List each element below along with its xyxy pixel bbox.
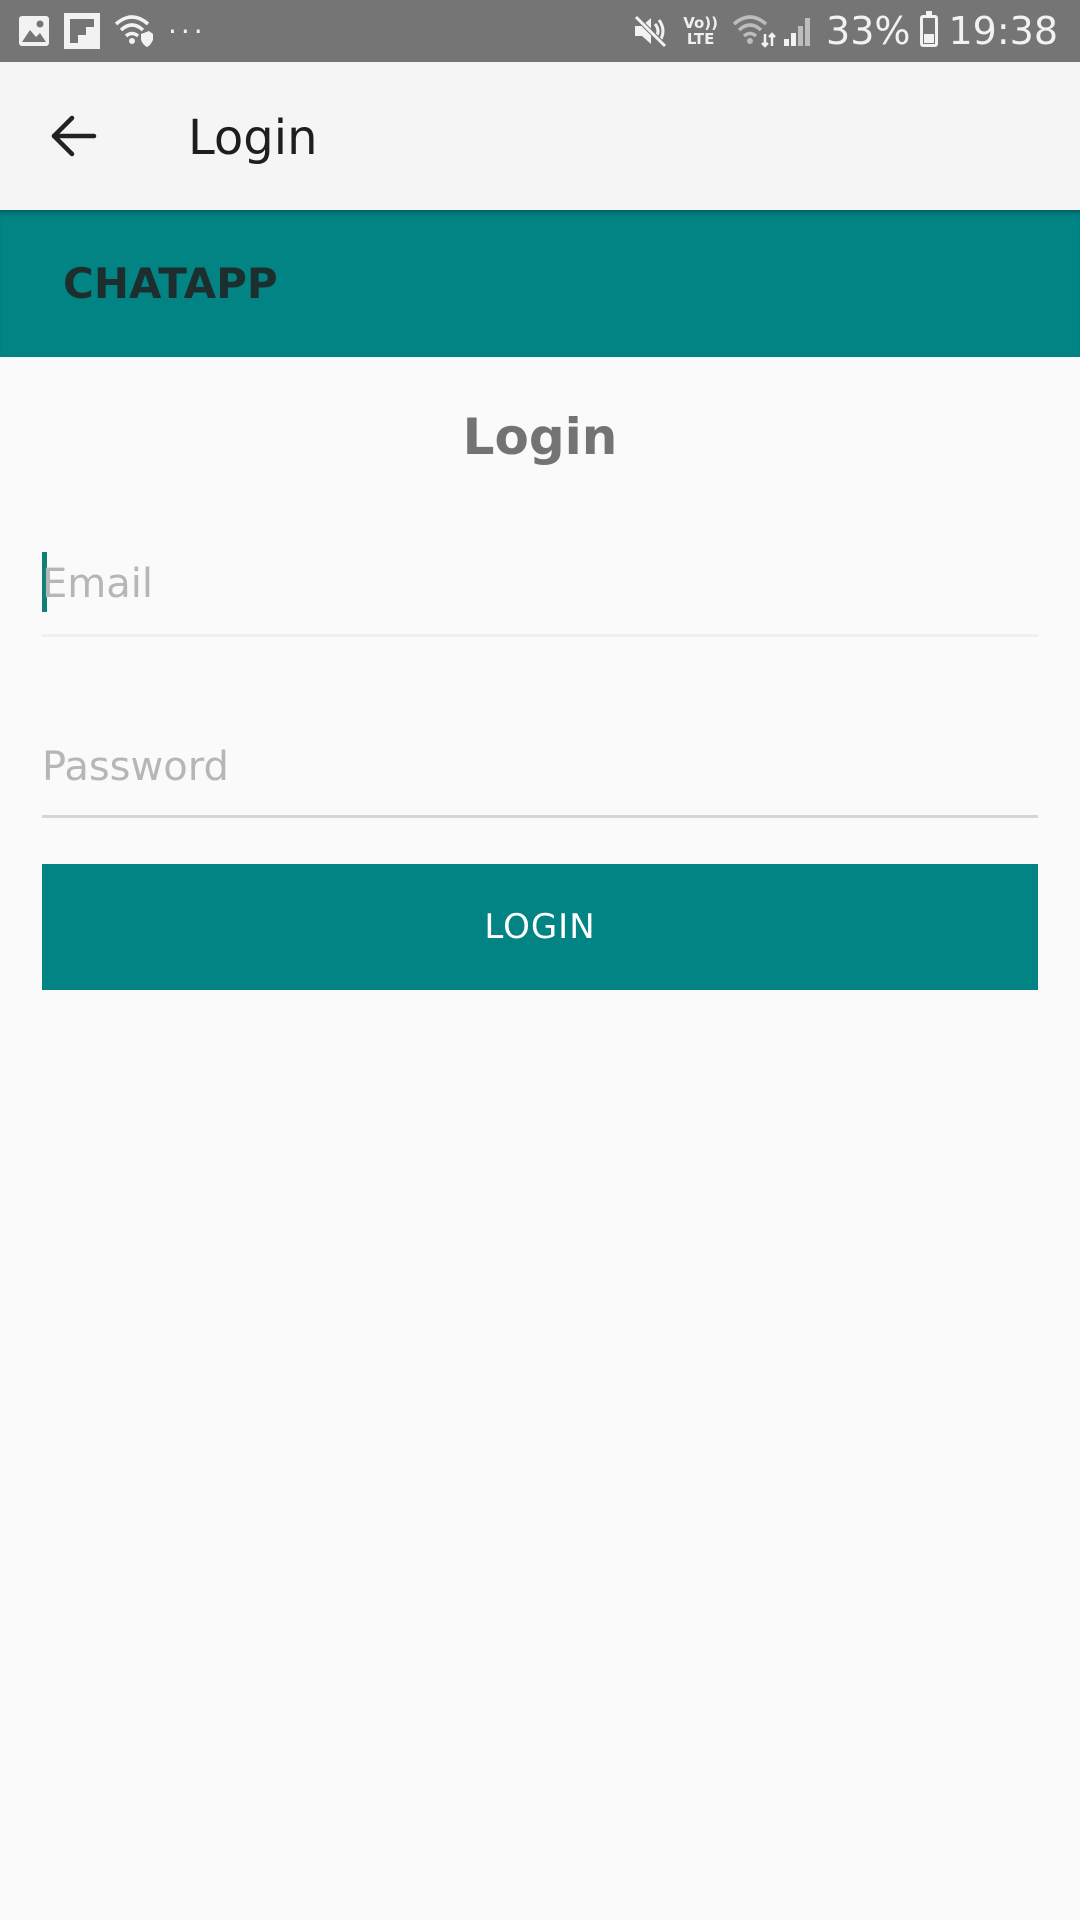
- more-notifications-icon: ···: [168, 14, 207, 48]
- wifi-secure-icon: [114, 15, 153, 47]
- email-underline: [42, 634, 1038, 637]
- status-bar-left: ···: [18, 0, 207, 62]
- lte-label: LTE: [686, 30, 715, 48]
- page-title: Login: [188, 110, 318, 166]
- app-brand-title: CHATAPP: [63, 259, 278, 308]
- battery-fill: [924, 34, 935, 43]
- gallery-notification-icon: [19, 16, 49, 46]
- status-bar-right: Vo)) LTE 33% 19:38: [633, 0, 1058, 62]
- password-input[interactable]: [42, 735, 1038, 799]
- flipboard-notification-icon: [64, 13, 100, 49]
- brand-bar: CHATAPP: [0, 210, 1080, 357]
- status-bar: ··· Vo)) LTE 33% 19:38: [0, 0, 1080, 62]
- password-field[interactable]: [42, 735, 1038, 821]
- form-title: Login: [462, 408, 618, 466]
- app-bar: Login: [0, 62, 1080, 210]
- email-field[interactable]: [42, 552, 1038, 638]
- back-button[interactable]: [36, 104, 112, 168]
- clock: 19:38: [948, 9, 1058, 53]
- login-button[interactable]: LOGIN: [42, 864, 1038, 990]
- battery-icon: [920, 11, 939, 47]
- password-underline: [42, 815, 1038, 818]
- battery-percent: 33%: [826, 9, 911, 53]
- volte-label: Vo)): [683, 14, 719, 32]
- volte-indicator: Vo)) LTE: [683, 15, 718, 47]
- mute-icon: [634, 15, 667, 48]
- signal-strength-icon: [784, 18, 811, 46]
- wifi-data-icon: [732, 15, 776, 48]
- arrow-left-icon: [51, 115, 97, 157]
- email-input[interactable]: [42, 552, 1038, 616]
